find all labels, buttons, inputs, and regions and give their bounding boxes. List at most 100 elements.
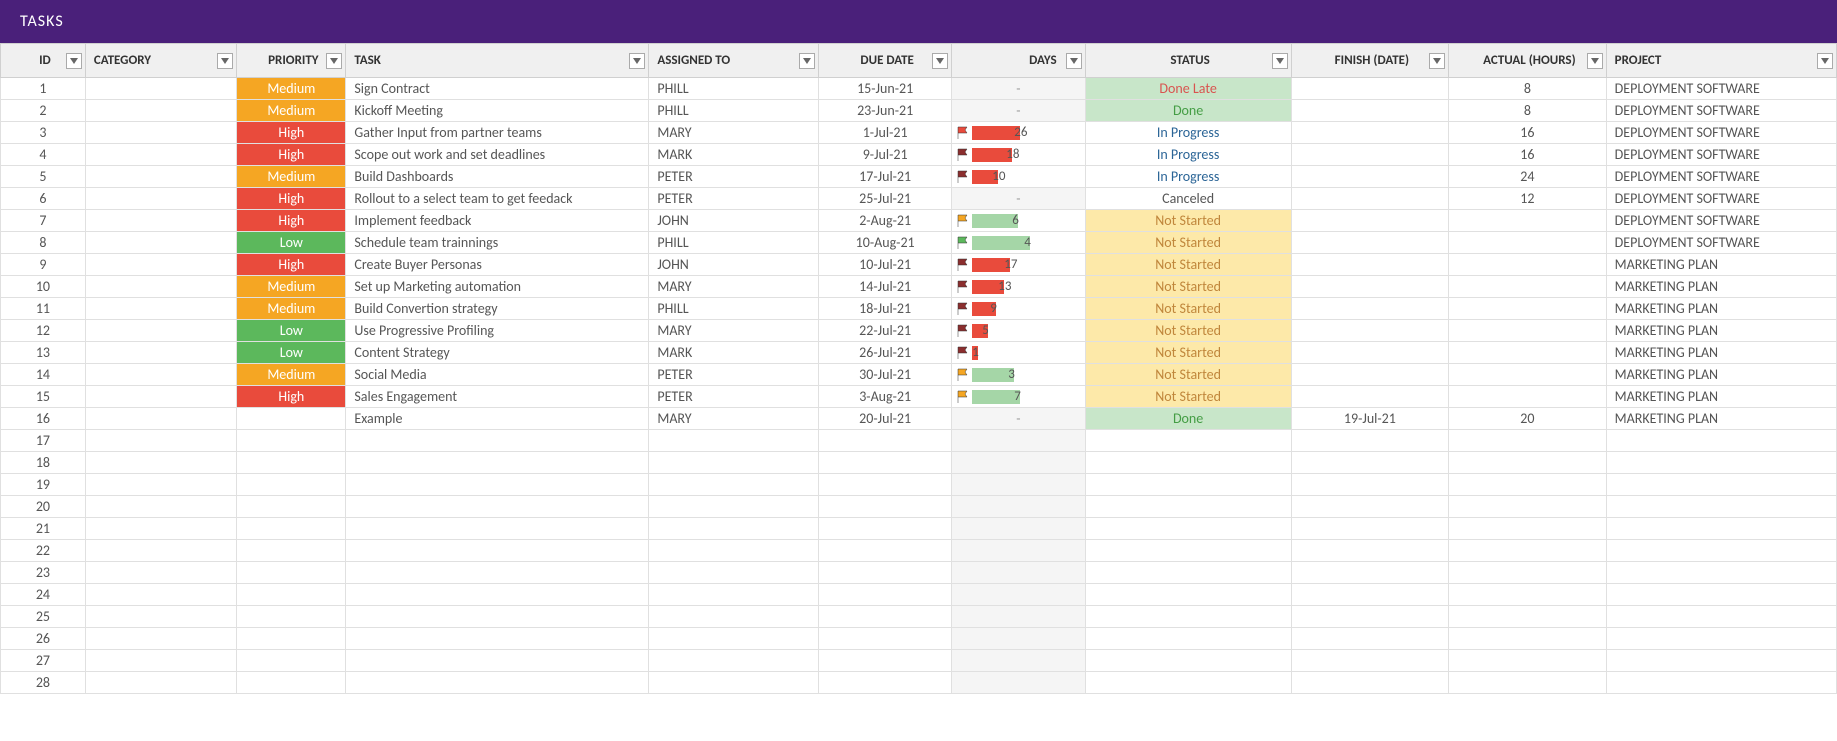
cell-assigned[interactable]: MARK <box>649 342 819 364</box>
cell-days[interactable]: - <box>952 78 1085 100</box>
cell-finish[interactable] <box>1291 386 1449 408</box>
cell-status[interactable]: Done <box>1085 100 1291 122</box>
cell-priority[interactable]: High <box>237 122 346 144</box>
cell-actual[interactable] <box>1449 430 1607 452</box>
cell-category[interactable] <box>85 408 236 430</box>
cell-status[interactable] <box>1085 496 1291 518</box>
cell-status[interactable]: Not Started <box>1085 364 1291 386</box>
cell-id[interactable]: 27 <box>1 650 86 672</box>
cell-actual[interactable] <box>1449 254 1607 276</box>
cell-assigned[interactable] <box>649 540 819 562</box>
cell-actual[interactable] <box>1449 364 1607 386</box>
cell-status[interactable] <box>1085 628 1291 650</box>
cell-due[interactable]: 23-Jun-21 <box>819 100 952 122</box>
cell-category[interactable] <box>85 78 236 100</box>
cell-due[interactable] <box>819 650 952 672</box>
cell-task[interactable] <box>346 540 649 562</box>
cell-priority[interactable]: High <box>237 254 346 276</box>
cell-actual[interactable]: 8 <box>1449 78 1607 100</box>
cell-due[interactable]: 26-Jul-21 <box>819 342 952 364</box>
cell-actual[interactable] <box>1449 320 1607 342</box>
cell-category[interactable] <box>85 606 236 628</box>
table-row[interactable]: 19 <box>1 474 1837 496</box>
cell-finish[interactable] <box>1291 254 1449 276</box>
cell-actual[interactable]: 12 <box>1449 188 1607 210</box>
cell-assigned[interactable]: PETER <box>649 188 819 210</box>
cell-due[interactable]: 17-Jul-21 <box>819 166 952 188</box>
table-row[interactable]: 17 <box>1 430 1837 452</box>
cell-status[interactable]: Done <box>1085 408 1291 430</box>
cell-finish[interactable]: 19-Jul-21 <box>1291 408 1449 430</box>
cell-actual[interactable] <box>1449 386 1607 408</box>
cell-due[interactable] <box>819 474 952 496</box>
cell-priority[interactable]: High <box>237 144 346 166</box>
cell-assigned[interactable]: PETER <box>649 166 819 188</box>
cell-finish[interactable] <box>1291 364 1449 386</box>
cell-project[interactable]: MARKETING PLAN <box>1606 342 1836 364</box>
cell-id[interactable]: 25 <box>1 606 86 628</box>
cell-status[interactable] <box>1085 672 1291 694</box>
cell-project[interactable] <box>1606 672 1836 694</box>
cell-task[interactable] <box>346 628 649 650</box>
table-row[interactable]: 7HighImplement feedbackJOHN2-Aug-216Not … <box>1 210 1837 232</box>
cell-id[interactable]: 4 <box>1 144 86 166</box>
cell-priority[interactable]: Medium <box>237 276 346 298</box>
cell-assigned[interactable] <box>649 606 819 628</box>
cell-id[interactable]: 28 <box>1 672 86 694</box>
cell-actual[interactable] <box>1449 210 1607 232</box>
cell-id[interactable]: 11 <box>1 298 86 320</box>
cell-days[interactable]: 17 <box>952 254 1085 276</box>
cell-id[interactable]: 9 <box>1 254 86 276</box>
cell-due[interactable]: 9-Jul-21 <box>819 144 952 166</box>
cell-days[interactable]: 6 <box>952 210 1085 232</box>
cell-assigned[interactable] <box>649 562 819 584</box>
cell-id[interactable]: 13 <box>1 342 86 364</box>
cell-project[interactable]: MARKETING PLAN <box>1606 408 1836 430</box>
table-row[interactable]: 24 <box>1 584 1837 606</box>
cell-id[interactable]: 10 <box>1 276 86 298</box>
cell-task[interactable]: Social Media <box>346 364 649 386</box>
cell-finish[interactable] <box>1291 430 1449 452</box>
cell-task[interactable] <box>346 430 649 452</box>
cell-category[interactable] <box>85 496 236 518</box>
col-header-status[interactable]: STATUS <box>1085 44 1291 78</box>
cell-id[interactable]: 22 <box>1 540 86 562</box>
cell-finish[interactable] <box>1291 166 1449 188</box>
cell-status[interactable] <box>1085 452 1291 474</box>
cell-task[interactable]: Example <box>346 408 649 430</box>
cell-priority[interactable] <box>237 650 346 672</box>
cell-priority[interactable]: Medium <box>237 100 346 122</box>
cell-task[interactable]: Implement feedback <box>346 210 649 232</box>
cell-category[interactable] <box>85 188 236 210</box>
cell-priority[interactable]: Low <box>237 320 346 342</box>
filter-icon[interactable] <box>217 53 233 69</box>
cell-actual[interactable]: 8 <box>1449 100 1607 122</box>
cell-finish[interactable] <box>1291 276 1449 298</box>
cell-project[interactable]: DEPLOYMENT SOFTWARE <box>1606 188 1836 210</box>
cell-status[interactable] <box>1085 540 1291 562</box>
cell-task[interactable] <box>346 562 649 584</box>
cell-assigned[interactable]: MARY <box>649 276 819 298</box>
cell-status[interactable]: In Progress <box>1085 144 1291 166</box>
cell-priority[interactable]: Medium <box>237 78 346 100</box>
cell-id[interactable]: 2 <box>1 100 86 122</box>
cell-category[interactable] <box>85 166 236 188</box>
cell-id[interactable]: 19 <box>1 474 86 496</box>
cell-status[interactable] <box>1085 584 1291 606</box>
cell-days[interactable]: 4 <box>952 232 1085 254</box>
cell-task[interactable]: Kickoff Meeting <box>346 100 649 122</box>
cell-project[interactable]: MARKETING PLAN <box>1606 276 1836 298</box>
cell-due[interactable]: 15-Jun-21 <box>819 78 952 100</box>
cell-priority[interactable] <box>237 672 346 694</box>
cell-category[interactable] <box>85 386 236 408</box>
cell-category[interactable] <box>85 342 236 364</box>
table-row[interactable]: 20 <box>1 496 1837 518</box>
cell-due[interactable] <box>819 672 952 694</box>
cell-due[interactable]: 10-Jul-21 <box>819 254 952 276</box>
table-row[interactable]: 1MediumSign ContractPHILL15-Jun-21-Done … <box>1 78 1837 100</box>
cell-assigned[interactable] <box>649 474 819 496</box>
cell-finish[interactable] <box>1291 342 1449 364</box>
cell-project[interactable] <box>1606 452 1836 474</box>
cell-due[interactable]: 10-Aug-21 <box>819 232 952 254</box>
cell-category[interactable] <box>85 276 236 298</box>
